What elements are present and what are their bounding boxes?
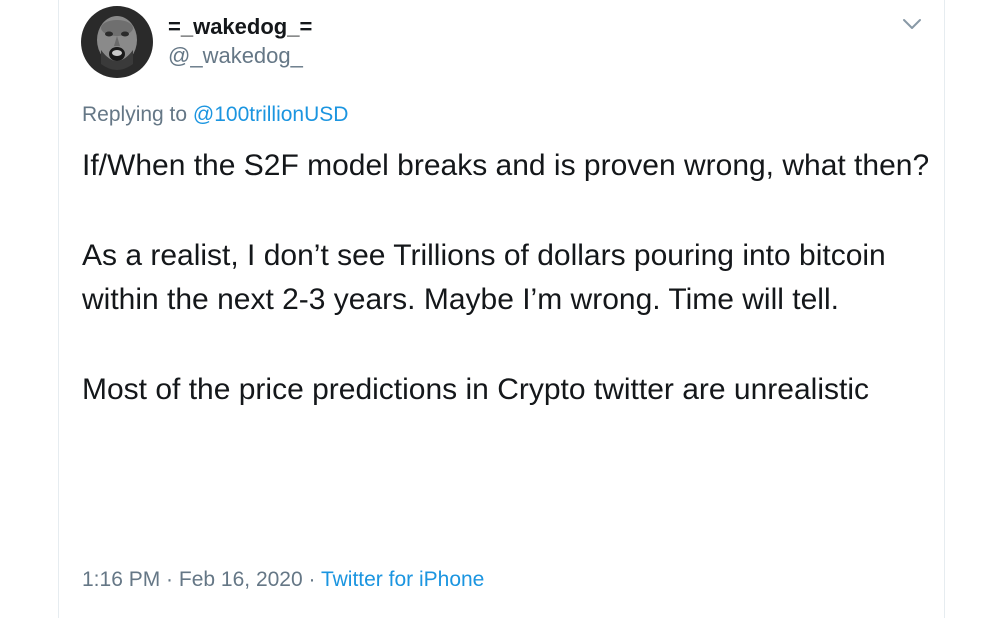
tweet-meta: 1:16 PM · Feb 16, 2020 · Twitter for iPh… [82,566,484,594]
meta-separator: · [160,568,179,591]
tweet-date[interactable]: Feb 16, 2020 [179,568,303,591]
chevron-down-icon[interactable] [898,10,926,38]
tweet-paragraph: If/When the S2F model breaks and is prov… [82,149,930,182]
replying-to-label: Replying to [82,103,193,126]
display-name[interactable]: =_wakedog_= [168,13,312,41]
tweet-paragraph: As a realist, I don’t see Trillions of d… [82,238,886,317]
replying-to: Replying to @100trillionUSD [82,101,348,129]
reply-mention-link[interactable]: @100trillionUSD [193,103,349,126]
avatar[interactable] [81,6,153,78]
tweet-source-link[interactable]: Twitter for iPhone [321,568,484,591]
tweet-time[interactable]: 1:16 PM [82,568,160,591]
tweet-paragraph: Most of the price predictions in Crypto … [82,372,869,406]
avatar-image [81,6,153,78]
user-handle[interactable]: @_wakedog_ [168,42,303,70]
tweet-text: If/When the S2F model breaks and is prov… [82,144,942,457]
meta-separator: · [302,568,321,591]
